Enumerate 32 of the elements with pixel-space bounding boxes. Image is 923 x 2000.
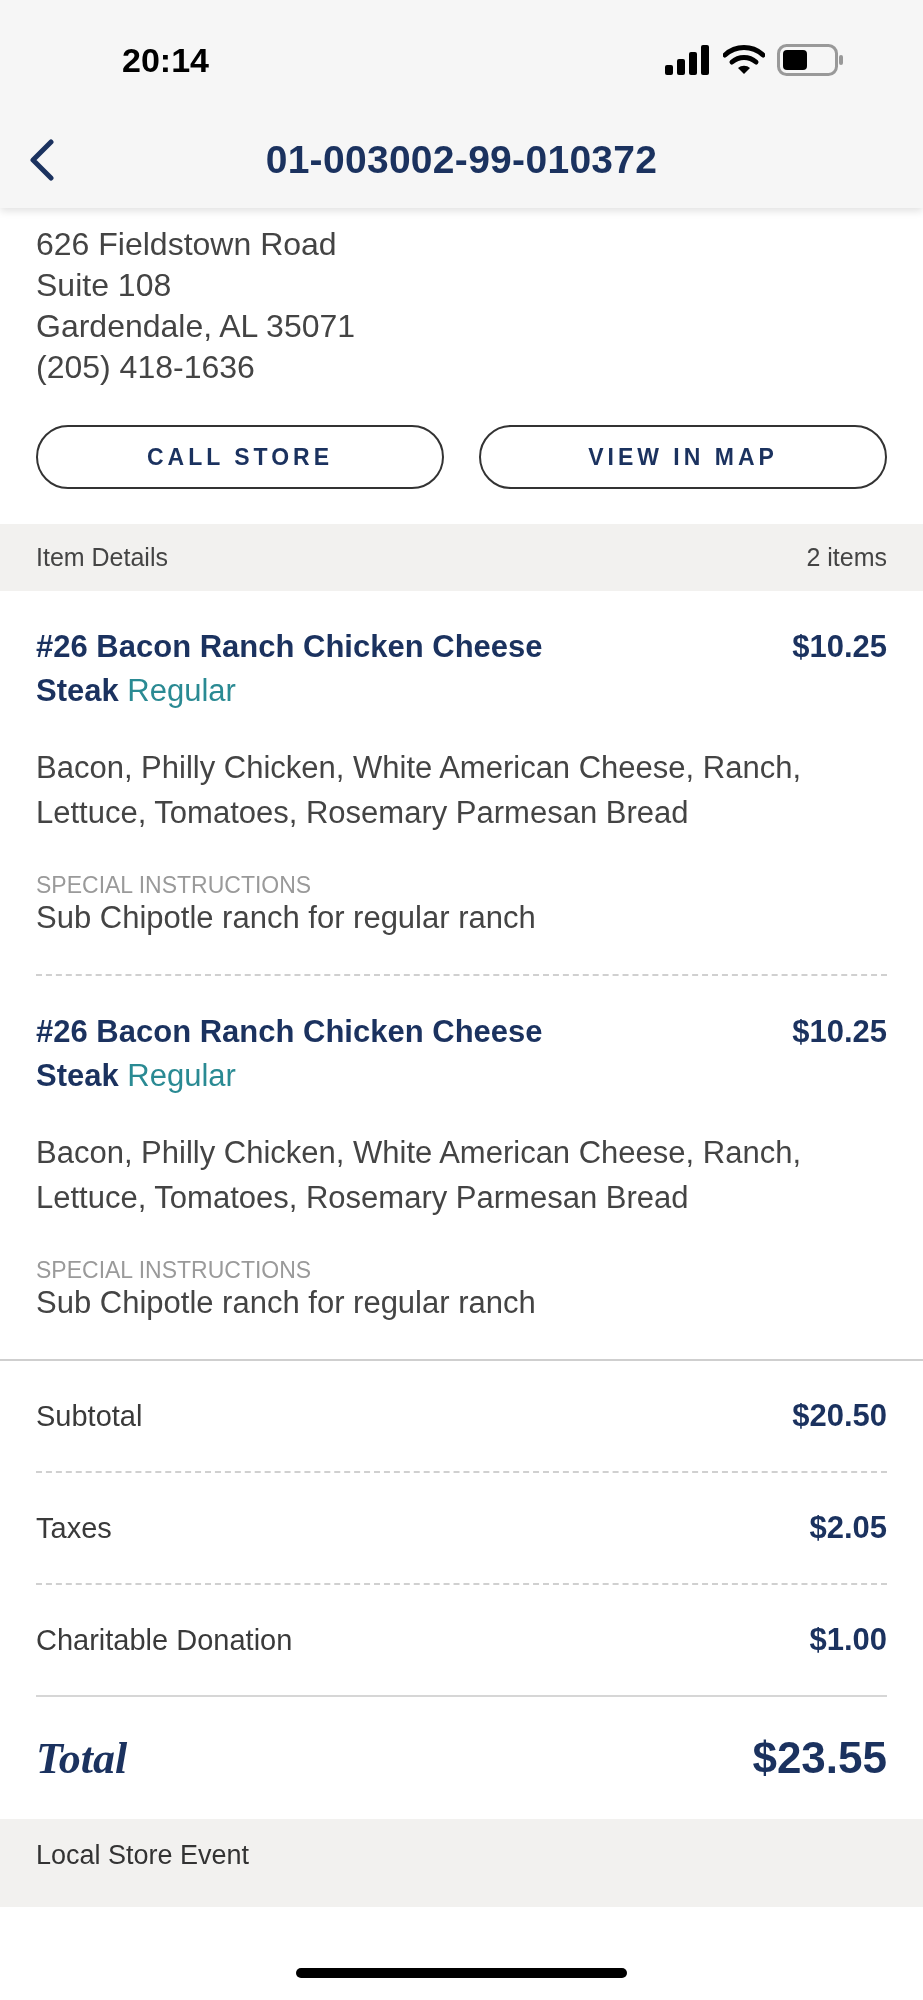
item-title: #26 Bacon Ranch Chicken Cheese Steak Regular [36, 1013, 544, 1095]
store-address-line: Suite 108 [36, 266, 173, 305]
store-address-line: Gardendale, AL 35071 [36, 307, 357, 346]
summary-amount: $2.05 [809, 1510, 887, 1546]
wifi-icon [723, 45, 765, 75]
total-label: Total [36, 1732, 128, 1784]
store-action-button[interactable]: VIEW IN MAP [479, 425, 887, 489]
store-phone: (205) 418-1636 [36, 348, 256, 387]
summary-amount: $1.00 [809, 1622, 887, 1658]
section-title: Local Store Event [36, 1839, 250, 1871]
signal-icon [665, 45, 711, 75]
summary-label: Charitable Donation [36, 1623, 293, 1657]
store-action-button[interactable]: CALL STORE [36, 425, 444, 489]
item-price: $10.25 [792, 1013, 887, 1051]
section-title: Item Details [36, 543, 168, 572]
item-ingredients: Bacon, Philly Chicken, White American Cheese, Ranch, Lettuce, Tomatoes, Rosemary Parmesan Bread [36, 749, 803, 832]
status-time: 20:14 [122, 40, 210, 80]
instructions-label: SPECIAL INSTRUCTIONS [36, 872, 313, 898]
instructions-text: Sub Chipotle ranch for regular ranch [36, 1284, 537, 1322]
item-count: 2 items [806, 543, 887, 572]
item-title: #26 Bacon Ranch Chicken Cheese Steak Regular [36, 628, 544, 710]
instructions-text: Sub Chipotle ranch for regular ranch [36, 899, 537, 937]
summary-amount: $20.50 [792, 1398, 887, 1434]
item-price: $10.25 [792, 628, 887, 666]
instructions-label: SPECIAL INSTRUCTIONS [36, 1257, 313, 1283]
total-amount: $23.55 [752, 1733, 887, 1783]
item-ingredients: Bacon, Philly Chicken, White American Cheese, Ranch, Lettuce, Tomatoes, Rosemary Parmesan Bread [36, 1134, 803, 1217]
store-address-line: 626 Fieldstown Road [36, 225, 338, 264]
order-number-title: 01-003002-99-010372 [265, 138, 658, 182]
battery-icon [777, 44, 843, 76]
summary-label: Taxes [36, 1511, 112, 1545]
summary-label: Subtotal [36, 1399, 143, 1433]
